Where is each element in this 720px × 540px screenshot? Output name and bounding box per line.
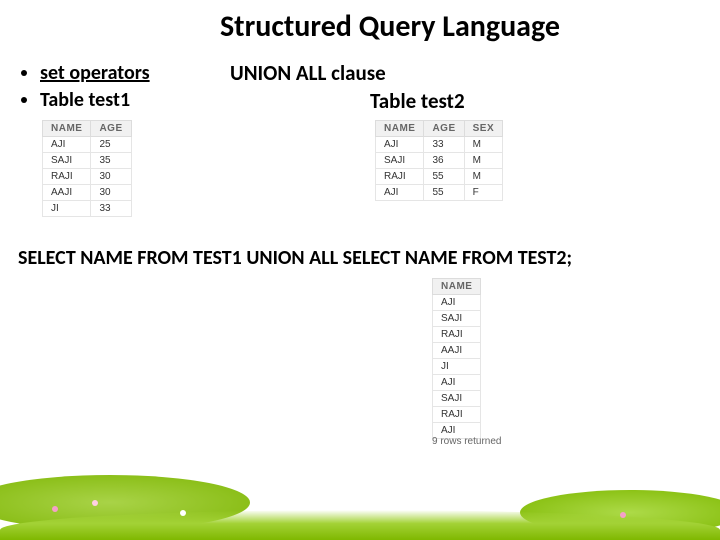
table-test1: NAME AGE AJI25 SAJI35 RAJI30 AAJI30 JI33: [42, 120, 132, 217]
table-result: NAME AJI SAJI RAJI AAJI JI AJI SAJI RAJI…: [432, 278, 481, 439]
bullet-set-operators: set operators: [40, 60, 218, 87]
col-name: NAME: [376, 121, 424, 137]
table-test2: NAME AGE SEX AJI33M SAJI36M RAJI55M AJI5…: [375, 120, 503, 201]
bullet-label: Table test1: [40, 88, 130, 112]
sql-statement: SELECT NAME FROM TEST1 UNION ALL SELECT …: [18, 246, 572, 270]
grass-decoration: [0, 470, 720, 540]
table-row: AJI: [433, 375, 481, 391]
slide: Structured Query Language set operators …: [0, 0, 720, 540]
table-row: RAJI55M: [376, 169, 503, 185]
col-name: NAME: [433, 279, 481, 295]
bullet-table-test1: Table test1: [40, 87, 218, 114]
col-age: AGE: [424, 121, 464, 137]
col-name: NAME: [43, 121, 91, 137]
col-sex: SEX: [464, 121, 503, 137]
table-row: SAJI: [433, 391, 481, 407]
col-age: AGE: [91, 121, 131, 137]
table-row: SAJI: [433, 311, 481, 327]
table-header-row: NAME AGE SEX: [376, 121, 503, 137]
table-row: RAJI: [433, 407, 481, 423]
clause-label: UNION ALL clause: [230, 60, 386, 86]
table-row: AJI33M: [376, 137, 503, 153]
table-row: RAJI: [433, 327, 481, 343]
table-row: SAJI35: [43, 153, 132, 169]
slide-title: Structured Query Language: [60, 0, 720, 45]
table-header-row: NAME: [433, 279, 481, 295]
table-row: AJI: [433, 295, 481, 311]
bullet-label: set operators: [40, 61, 150, 85]
table-row: AJI25: [43, 137, 132, 153]
table-row: JI33: [43, 201, 132, 217]
rows-returned-label: 9 rows returned: [432, 436, 501, 447]
table-row: JI: [433, 359, 481, 375]
table-row: SAJI36M: [376, 153, 503, 169]
table-row: AAJI: [433, 343, 481, 359]
table2-label: Table test2: [370, 88, 465, 114]
table-row: RAJI30: [43, 169, 132, 185]
table-row: AAJI30: [43, 185, 132, 201]
table-row: AJI55F: [376, 185, 503, 201]
bullet-list: set operators Table test1: [18, 60, 218, 114]
table-header-row: NAME AGE: [43, 121, 132, 137]
